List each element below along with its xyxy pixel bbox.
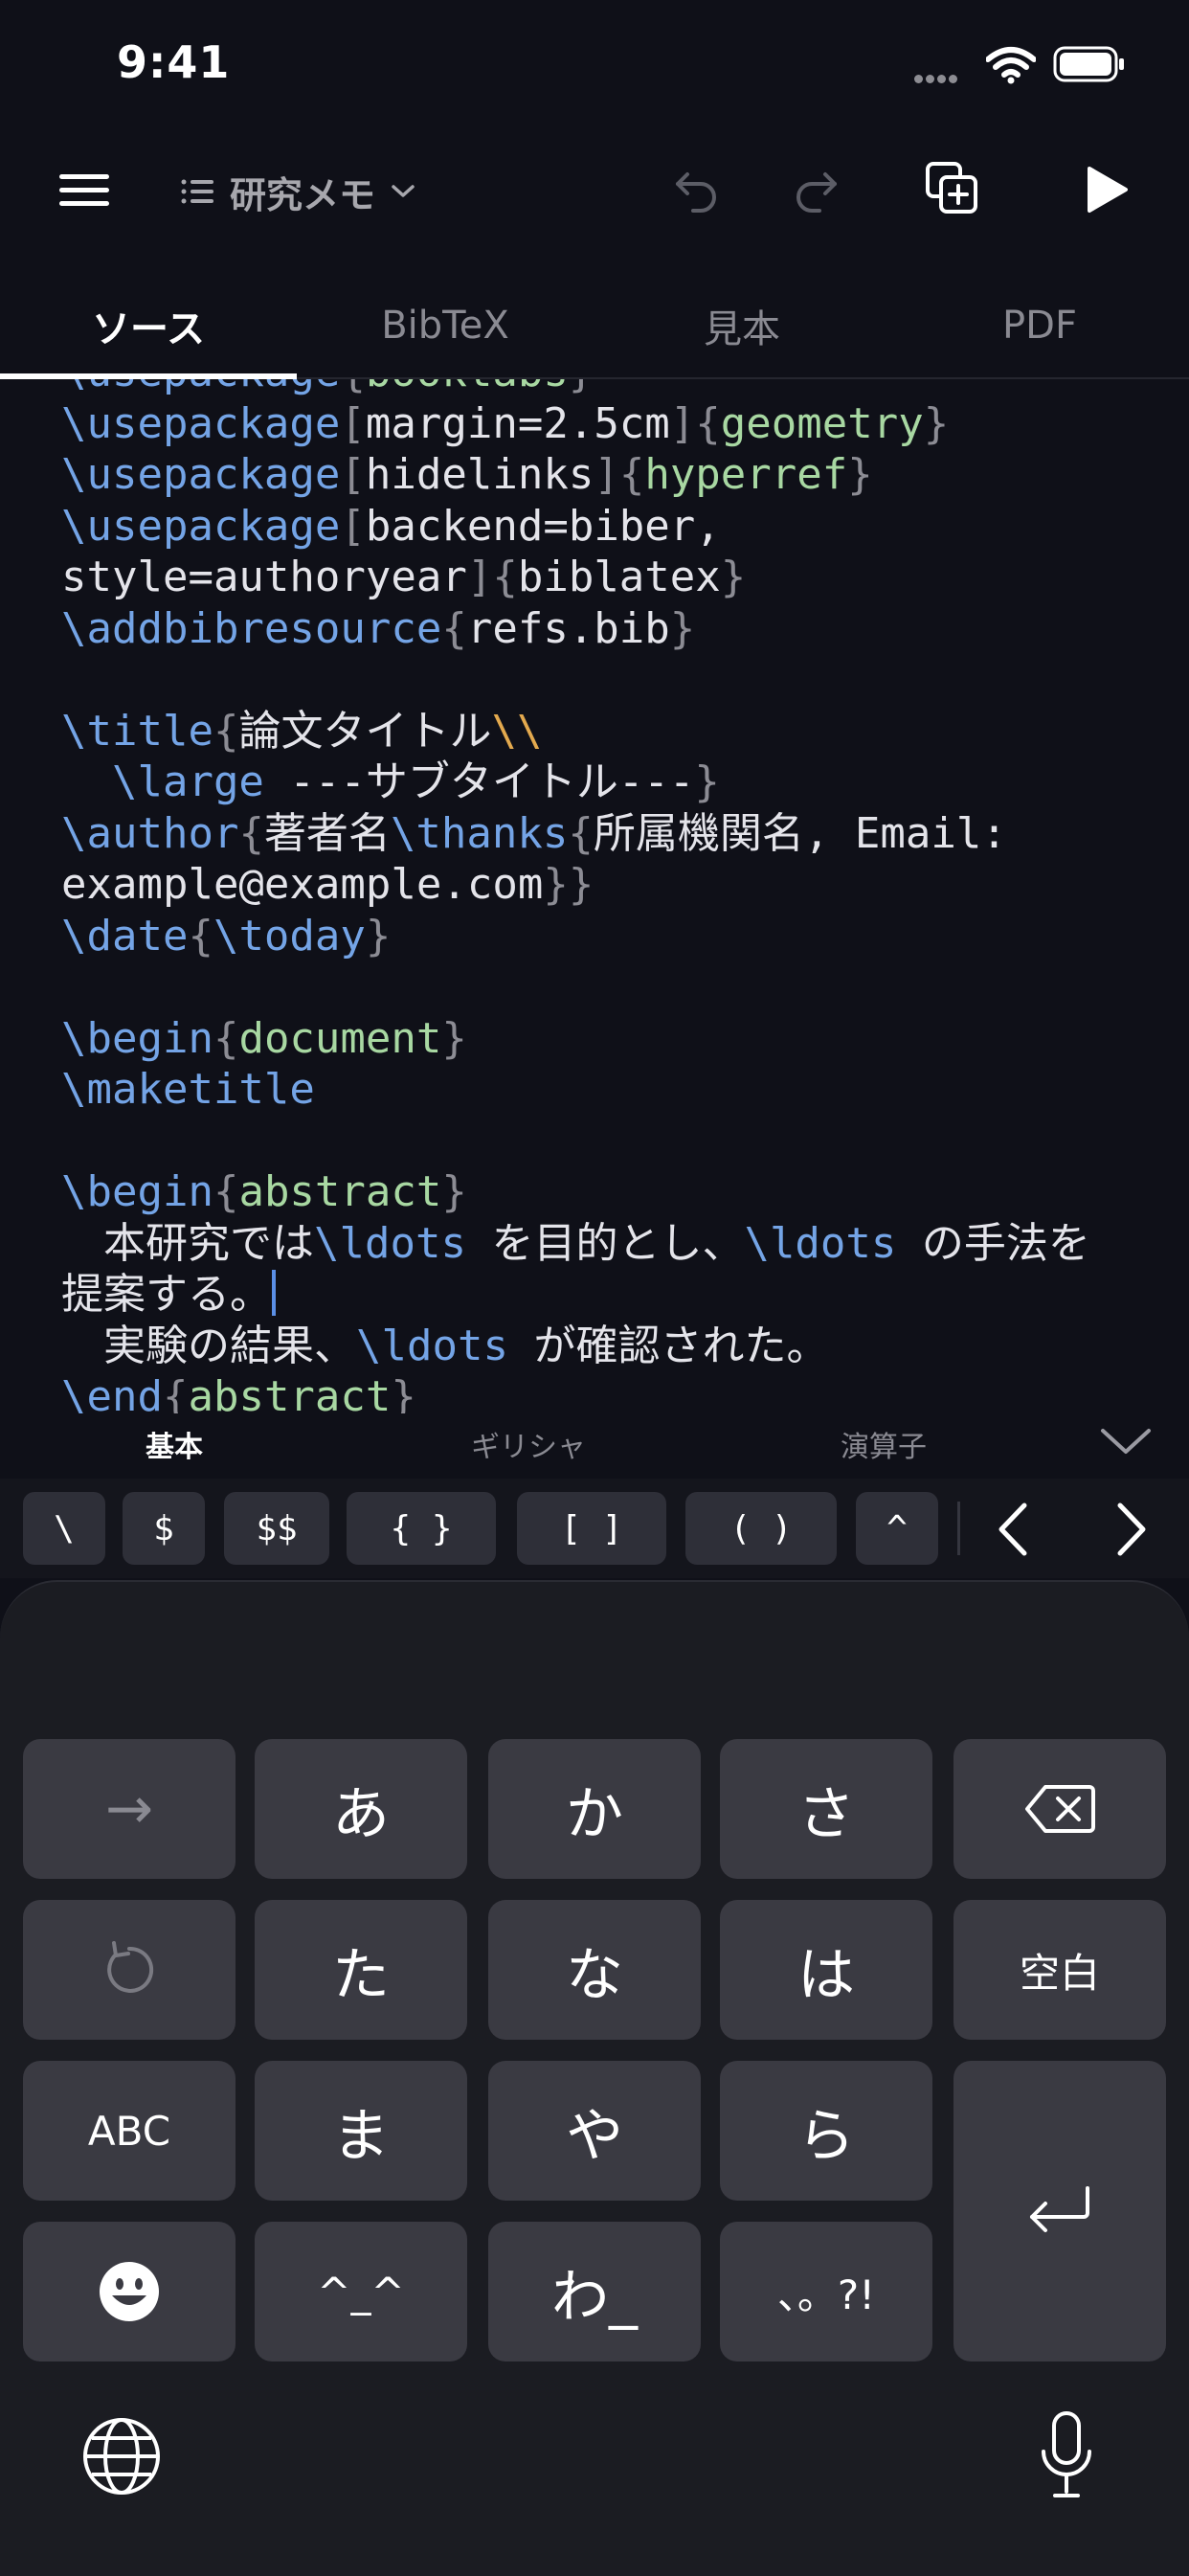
snippet-parens[interactable]: ( ) bbox=[685, 1492, 837, 1565]
key-ta[interactable]: た bbox=[255, 1900, 467, 2040]
duplicate-icon[interactable] bbox=[925, 161, 978, 215]
key-ma[interactable]: ま bbox=[255, 2061, 467, 2201]
list-icon bbox=[181, 179, 213, 204]
key-sa[interactable]: さ bbox=[720, 1739, 932, 1879]
play-icon[interactable] bbox=[1082, 165, 1130, 215]
tab-source[interactable]: ソース bbox=[0, 278, 297, 373]
redo-icon[interactable] bbox=[791, 165, 841, 215]
key-ha[interactable]: は bbox=[720, 1900, 932, 2040]
snippet-divider bbox=[957, 1502, 960, 1555]
key-ra[interactable]: ら bbox=[720, 2061, 932, 2201]
return-key[interactable] bbox=[953, 2061, 1166, 2361]
emoji-icon bbox=[100, 2262, 159, 2321]
snippet-caret[interactable]: ^ bbox=[856, 1492, 938, 1565]
return-icon bbox=[1030, 2186, 1089, 2232]
tab-sample[interactable]: 見本 bbox=[594, 278, 890, 373]
snippet-brackets[interactable]: [ ] bbox=[517, 1492, 666, 1565]
category-greek[interactable]: ギリシャ bbox=[471, 1423, 586, 1465]
battery-icon bbox=[1053, 46, 1124, 82]
key-abc[interactable]: ABC bbox=[23, 2061, 236, 2201]
snippet-category-bar: 基本 ギリシャ 演算子 bbox=[0, 1413, 1189, 1477]
category-basic[interactable]: 基本 bbox=[146, 1423, 203, 1465]
code-editor[interactable]: \usepackage{booktabs} \usepackage[margin… bbox=[0, 379, 1189, 1413]
document-title: 研究メモ bbox=[230, 173, 376, 216]
key-ka[interactable]: か bbox=[488, 1739, 701, 1879]
category-operators[interactable]: 演算子 bbox=[841, 1423, 927, 1465]
text-caret bbox=[272, 1270, 276, 1316]
key-punctuation[interactable]: 、。?! bbox=[720, 2222, 932, 2361]
undo-icon[interactable] bbox=[672, 165, 722, 215]
key-a[interactable]: あ bbox=[255, 1739, 467, 1879]
menu-icon bbox=[59, 174, 109, 179]
chevron-right-icon[interactable] bbox=[1110, 1500, 1153, 1559]
chevron-down-icon[interactable] bbox=[1099, 1427, 1153, 1457]
snippet-braces[interactable]: { } bbox=[347, 1492, 496, 1565]
key-ya[interactable]: や bbox=[488, 2061, 701, 2201]
signal-icon bbox=[914, 69, 960, 87]
wifi-icon bbox=[986, 47, 1036, 84]
key-undo[interactable] bbox=[23, 1900, 236, 2040]
delete-key[interactable] bbox=[953, 1739, 1166, 1879]
globe-icon[interactable] bbox=[80, 2415, 163, 2497]
undo-icon bbox=[107, 1941, 154, 1993]
key-emoji[interactable] bbox=[23, 2222, 236, 2361]
key-kaomoji[interactable]: ^_^ bbox=[255, 2222, 467, 2361]
snippet-double-dollar[interactable]: $$ bbox=[224, 1492, 329, 1565]
latex-source[interactable]: \usepackage{booktabs} \usepackage[margin… bbox=[61, 379, 1090, 1413]
snippet-dollar[interactable]: $ bbox=[123, 1492, 205, 1565]
chevron-left-icon[interactable] bbox=[992, 1500, 1034, 1559]
key-wa[interactable]: わ_ bbox=[488, 2222, 701, 2361]
key-na[interactable]: な bbox=[488, 1900, 701, 2040]
tab-bibtex[interactable]: BibTeX bbox=[297, 278, 594, 373]
mic-icon[interactable] bbox=[1038, 2409, 1095, 2501]
space-key[interactable]: 空白 bbox=[953, 1900, 1166, 2040]
key-cursor-right[interactable]: → bbox=[23, 1739, 236, 1879]
keyboard: → あ か さ た な は 空白 ABC ま や ら ^_^ わ_ 、。?! bbox=[0, 1580, 1189, 2576]
menu-button[interactable] bbox=[59, 174, 109, 209]
snippet-backslash[interactable]: \ bbox=[23, 1492, 105, 1565]
status-time: 9:41 bbox=[117, 36, 231, 88]
tab-pdf[interactable]: PDF bbox=[890, 278, 1189, 373]
chevron-down-icon bbox=[392, 185, 415, 197]
document-selector[interactable]: 研究メモ bbox=[180, 163, 415, 220]
backspace-icon bbox=[1025, 1785, 1095, 1833]
tab-bar: ソース BibTeX 見本 PDF bbox=[0, 278, 1189, 379]
